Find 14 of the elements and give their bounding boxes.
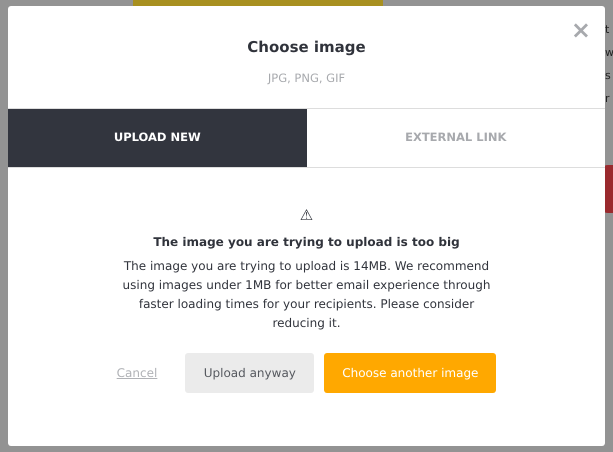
warning-heading: The image you are trying to upload is too big xyxy=(153,234,460,251)
dialog-title: Choose image xyxy=(247,37,366,58)
background-text: r xyxy=(605,91,609,107)
cancel-link[interactable]: Cancel xyxy=(116,364,158,382)
upload-anyway-button[interactable]: Upload anyway xyxy=(185,352,314,393)
background-text: t xyxy=(605,22,608,38)
background-text: w xyxy=(605,45,613,61)
dialog-subtitle: JPG, PNG, GIF xyxy=(268,70,346,86)
warning-message: The image you are trying to upload is 14MB. We recommend using images under 1MB for better email experience through faster loading times for your recipients. Please consider reducing it. xyxy=(122,258,492,332)
close-button[interactable]: × xyxy=(570,20,591,40)
background-text: s xyxy=(605,68,610,84)
choose-image-button[interactable]: Choose another image xyxy=(324,352,496,393)
tab[interactable]: UPLOAD NEW xyxy=(8,108,306,167)
warning-icon: ⚠ xyxy=(300,206,314,224)
